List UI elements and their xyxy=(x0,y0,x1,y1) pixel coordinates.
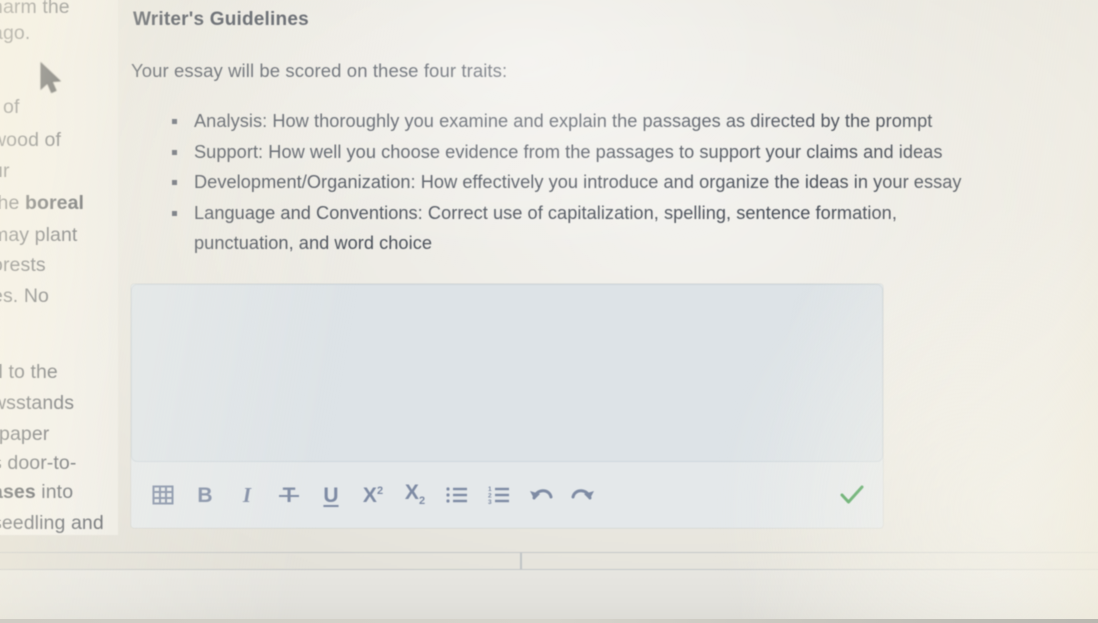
passage-line: wood of xyxy=(0,129,61,151)
passage-line: may plant xyxy=(0,224,78,246)
redo-icon[interactable] xyxy=(563,475,603,515)
screen-photograph: harm the ago. t of wood of ur the boreal may p… xyxy=(0,0,1098,623)
italic-icon[interactable]: I xyxy=(227,475,267,515)
bulleted-list-icon[interactable] xyxy=(437,475,477,515)
lower-window-surface xyxy=(0,570,1098,623)
scoring-intro-text: Your essay will be scored on these four … xyxy=(131,60,508,81)
undo-icon[interactable] xyxy=(521,475,561,515)
passage-line: "paper xyxy=(0,423,50,445)
passage-line: the boreal xyxy=(0,192,85,214)
window-chrome-tick xyxy=(520,553,522,569)
bold-icon[interactable]: B xyxy=(185,475,225,515)
passage-line: orests xyxy=(0,254,46,276)
scoring-trait-item: Analysis: How thoroughly you examine and… xyxy=(166,106,1098,137)
svg-text:3: 3 xyxy=(488,499,492,505)
editor-formatting-toolbar: B I T U X2 X2 1 2 3 xyxy=(131,466,883,524)
underline-label: U xyxy=(323,483,339,507)
passage-line: wsstands xyxy=(0,392,75,414)
bullet-square-icon xyxy=(172,149,177,155)
scoring-trait-item: Development/Organization: How effectivel… xyxy=(166,167,1098,198)
table-icon[interactable] xyxy=(143,475,183,515)
passage-line: seedling and xyxy=(0,512,104,534)
superscript-icon[interactable]: X2 xyxy=(353,475,393,515)
scoring-trait-item: Support: How well you choose evidence fr… xyxy=(166,137,1098,168)
mouse-cursor-icon xyxy=(40,62,62,94)
passage-line: d to the xyxy=(0,361,58,383)
superscript-label: X2 xyxy=(362,483,384,507)
window-chrome-rule-top xyxy=(0,552,1098,553)
essay-response-textarea[interactable] xyxy=(131,284,883,462)
answer-editor: B I T U X2 X2 1 2 3 xyxy=(131,284,883,528)
passage-line: harm the xyxy=(0,0,70,18)
passage-line: t of xyxy=(0,96,20,118)
scoring-trait-text: Language and Conventions: Correct use of… xyxy=(194,202,897,223)
numbered-list-icon[interactable]: 1 2 3 xyxy=(479,475,519,515)
underline-icon[interactable]: U xyxy=(311,475,351,515)
bold-label: B xyxy=(197,483,213,507)
passage-line: es. No xyxy=(0,285,49,307)
bullet-square-icon xyxy=(172,119,177,124)
scoring-traits-list: Analysis: How thoroughly you examine and… xyxy=(166,106,1098,259)
italic-label: I xyxy=(242,482,252,507)
scoring-trait-continuation: punctuation, and word choice xyxy=(194,233,432,253)
screen-bottom-edge xyxy=(0,619,1098,623)
subscript-icon[interactable]: X2 xyxy=(395,475,435,515)
passage-line: ases into xyxy=(0,481,74,503)
strikethrough-icon[interactable]: T xyxy=(269,475,309,515)
scoring-trait-text: Development/Organization: How effectivel… xyxy=(194,172,962,192)
window-chrome-rule-bottom xyxy=(0,569,1098,570)
bullet-square-icon xyxy=(172,180,177,185)
subscript-label: X2 xyxy=(404,481,426,508)
scoring-trait-item: Language and Conventions: Correct use of… xyxy=(166,198,1098,259)
passage-line: ago. xyxy=(0,22,31,44)
bullet-square-icon xyxy=(172,210,177,216)
strikethrough-label: T xyxy=(278,483,300,507)
scoring-trait-text: Support: How well you choose evidence fr… xyxy=(194,141,943,162)
page-title: Writer's Guidelines xyxy=(133,9,309,30)
passage-line: ur xyxy=(0,160,10,182)
submit-check-icon[interactable] xyxy=(835,478,869,512)
scoring-trait-text: Analysis: How thoroughly you examine and… xyxy=(194,111,933,131)
passage-line: s door-to- xyxy=(0,452,77,474)
